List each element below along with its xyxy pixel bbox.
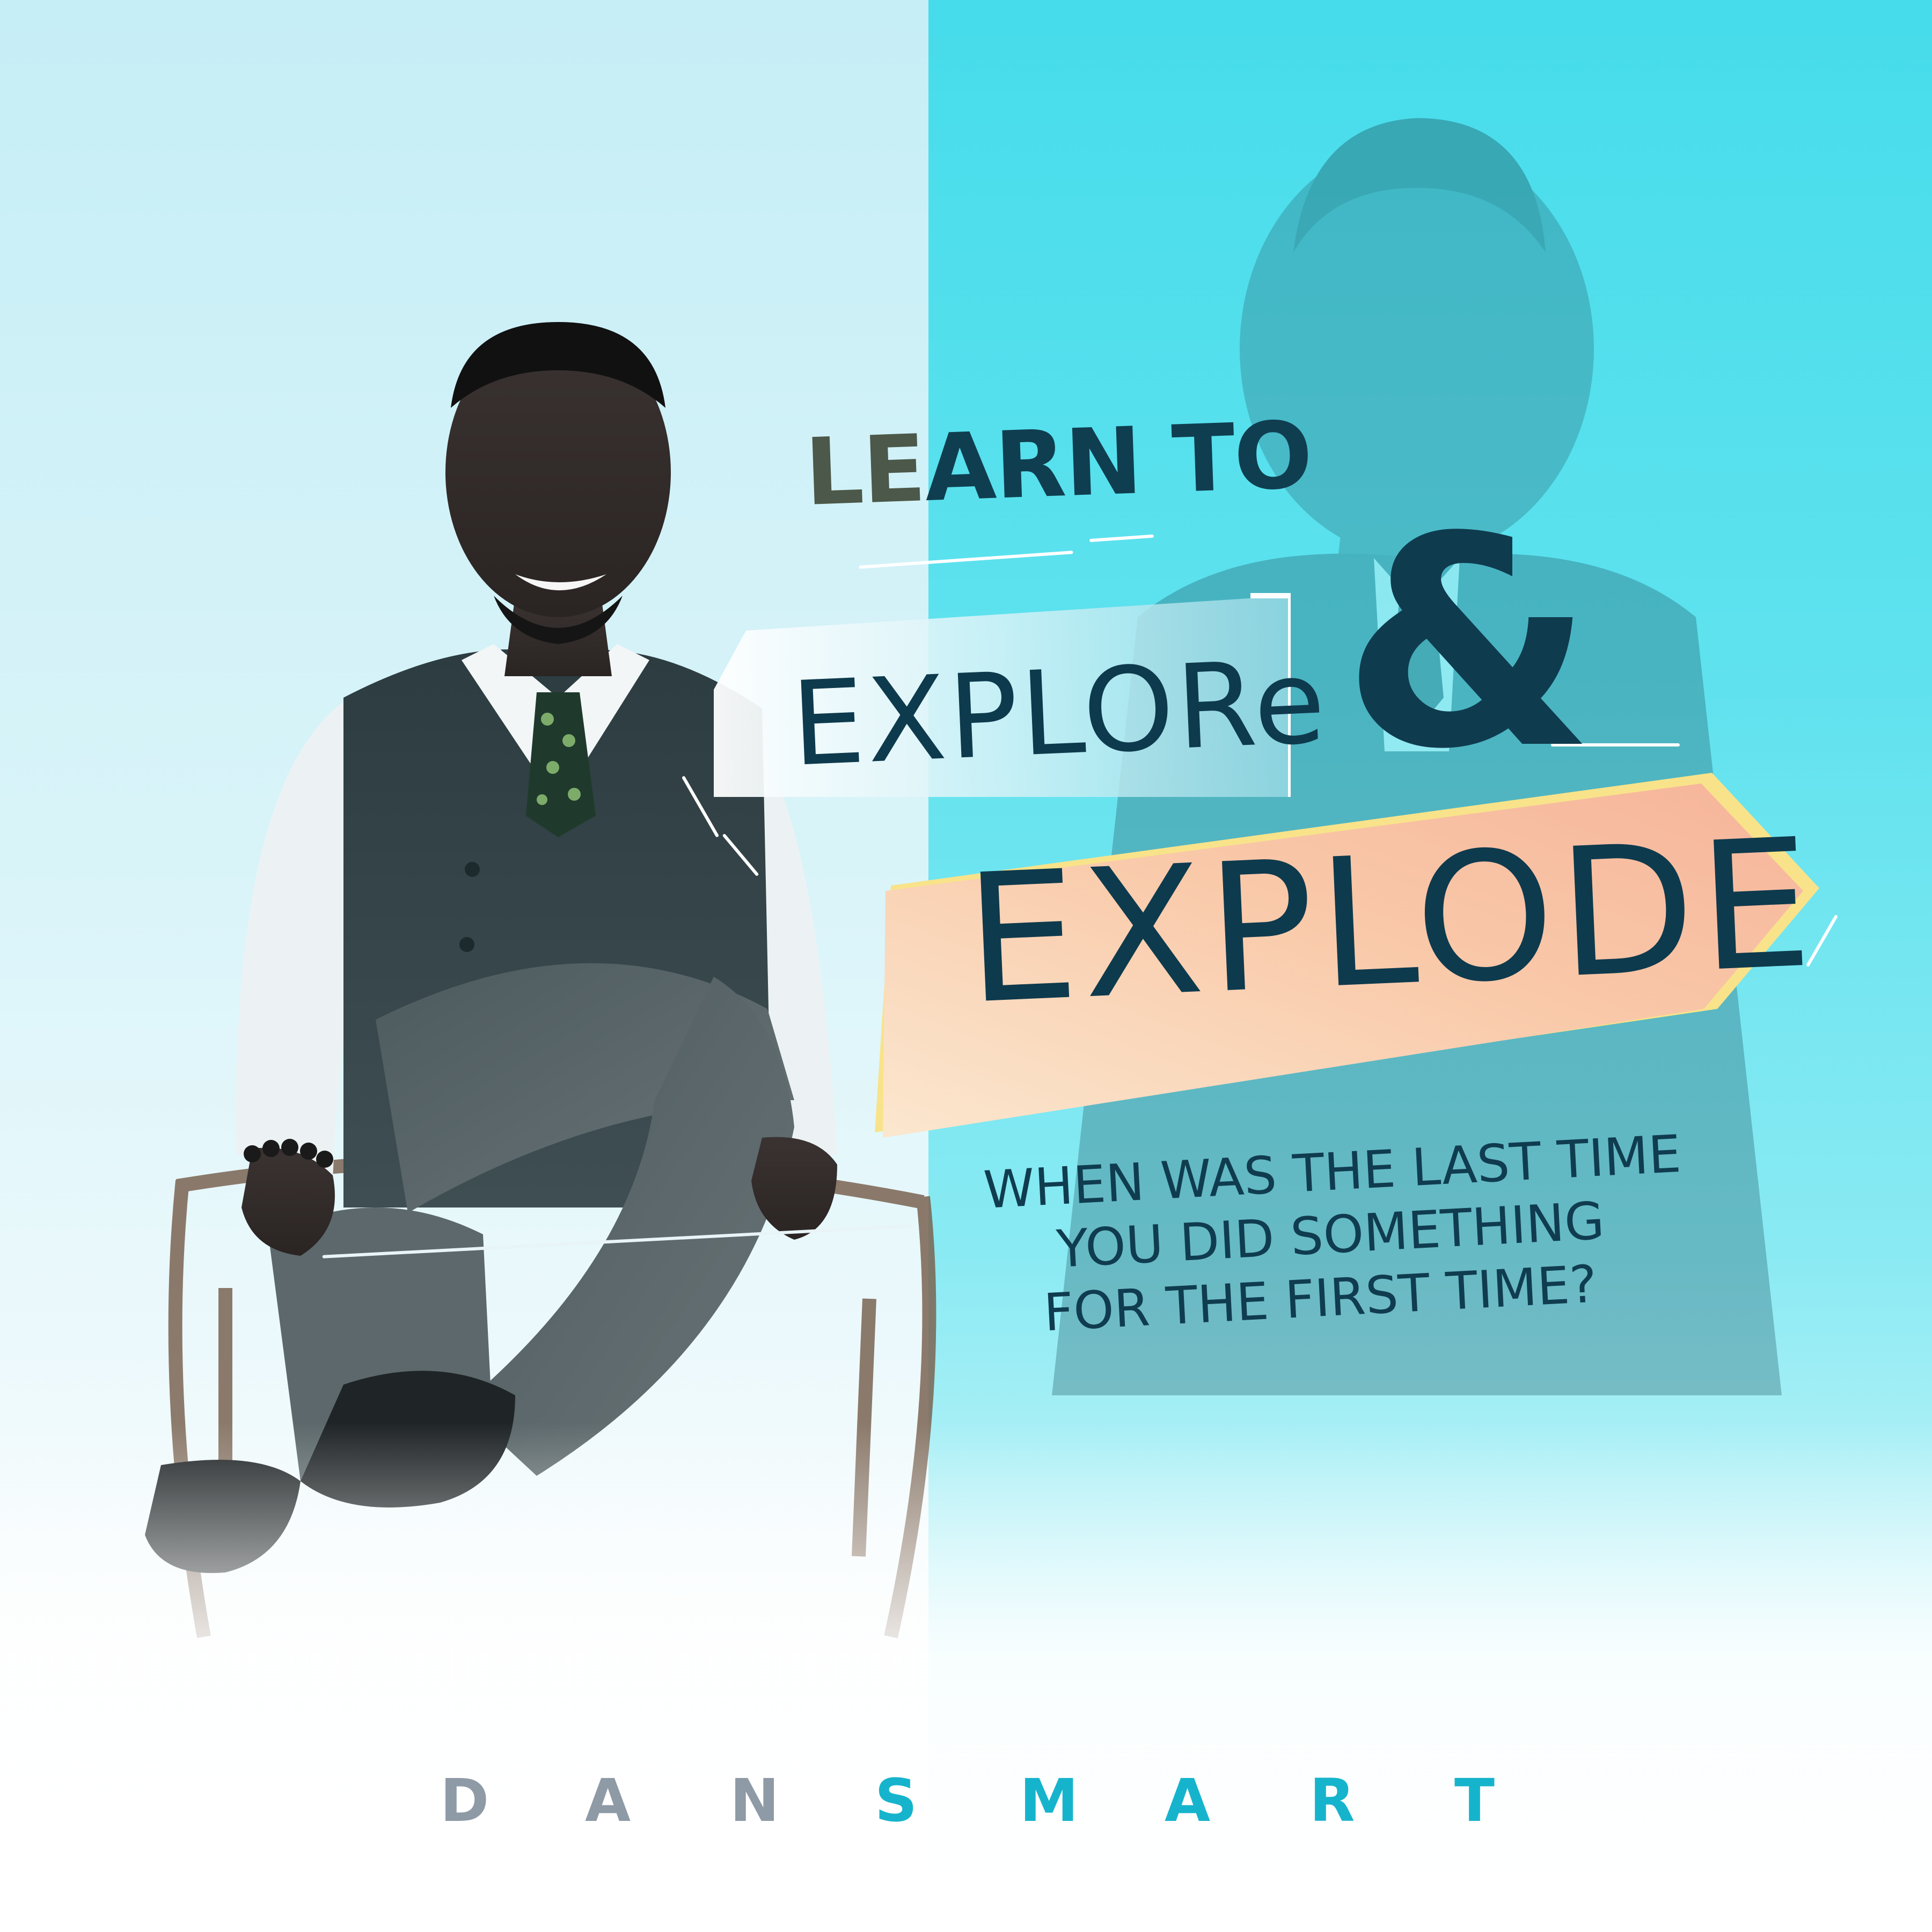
learn-to-lead-letters: LE [803, 414, 927, 526]
question-text: WHEN WAS THE LAST TIME YOU DID SOMETHING… [982, 1124, 1682, 1348]
brand-letter: T [1454, 1766, 1495, 1835]
learn-to-heading: LEARN TO [803, 401, 1313, 526]
brand-letter: A [1165, 1766, 1211, 1835]
poster-canvas: EXPLORe LEARN TO & EXPLODE WHEN WAS THE … [0, 0, 1932, 1932]
learn-to-rest: ARN TO [923, 401, 1313, 523]
brand-letter: A [585, 1766, 631, 1835]
brand-letter: S [875, 1766, 918, 1835]
ampersand-glyph: & [1342, 475, 1594, 813]
bottom-white-fade [0, 1422, 1932, 1932]
brand-letter: R [1309, 1766, 1355, 1835]
brand-letter: N [730, 1766, 780, 1835]
brand-wordmark: D A N S M A R T [440, 1771, 1513, 1835]
explode-heading: EXPLODE [961, 800, 1820, 1043]
brand-letter: M [1020, 1766, 1079, 1835]
brand-letter: D [440, 1766, 489, 1835]
